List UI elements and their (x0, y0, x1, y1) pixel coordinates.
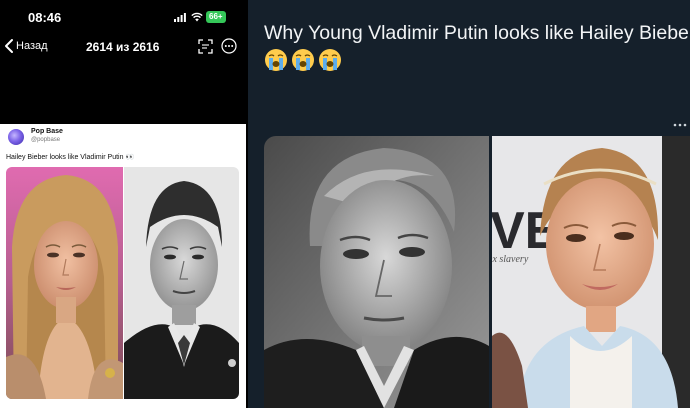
cry-emoji-icon (292, 49, 314, 71)
viewer-nav-bar: Назад 2614 из 2616 (0, 32, 246, 62)
status-bar: 08:46 66+ (0, 0, 246, 30)
avatar[interactable] (8, 129, 24, 145)
cry-emoji-icon (265, 49, 287, 71)
back-button[interactable]: Назад (4, 38, 48, 54)
phone-screenshot-panel: 08:46 66+ Назад 2614 из 2616 Pop Base @p… (0, 0, 246, 408)
embedded-post: Pop Base @popbase Hailey Bieber looks li… (0, 124, 246, 408)
young-hailey-photo[interactable]: VE ex slavery (492, 136, 690, 408)
battery-badge: 66+ (206, 11, 226, 23)
tweet-media-collage[interactable]: VE ex slavery (264, 136, 690, 408)
back-label: Назад (16, 40, 48, 52)
more-horizontal-icon[interactable] (673, 121, 687, 129)
post-author-handle[interactable]: @popbase (31, 137, 60, 143)
emoji-row (264, 48, 342, 72)
hailey-portrait-photo[interactable] (6, 167, 123, 399)
status-time: 08:46 (28, 10, 62, 25)
post-author-name[interactable]: Pop Base (31, 128, 63, 135)
more-icon[interactable] (221, 38, 237, 54)
cry-emoji-icon (319, 49, 341, 71)
back-chevron-icon (5, 39, 13, 53)
scan-icon[interactable] (198, 39, 213, 54)
wifi-icon (191, 12, 203, 22)
photo-counter: 2614 из 2616 (86, 40, 160, 54)
signal-icon (174, 13, 186, 22)
post-photo-collage[interactable] (6, 167, 239, 399)
post-text: Hailey Bieber looks like Vladimir Putin … (6, 154, 135, 161)
putin-portrait-photo[interactable] (124, 167, 239, 399)
tweet-text: Why Young Vladimir Putin looks like Hail… (264, 22, 690, 44)
young-putin-photo[interactable] (264, 136, 489, 408)
tweet-panel: Why Young Vladimir Putin looks like Hail… (248, 0, 690, 408)
backdrop-small-text: ex slavery (492, 254, 529, 265)
